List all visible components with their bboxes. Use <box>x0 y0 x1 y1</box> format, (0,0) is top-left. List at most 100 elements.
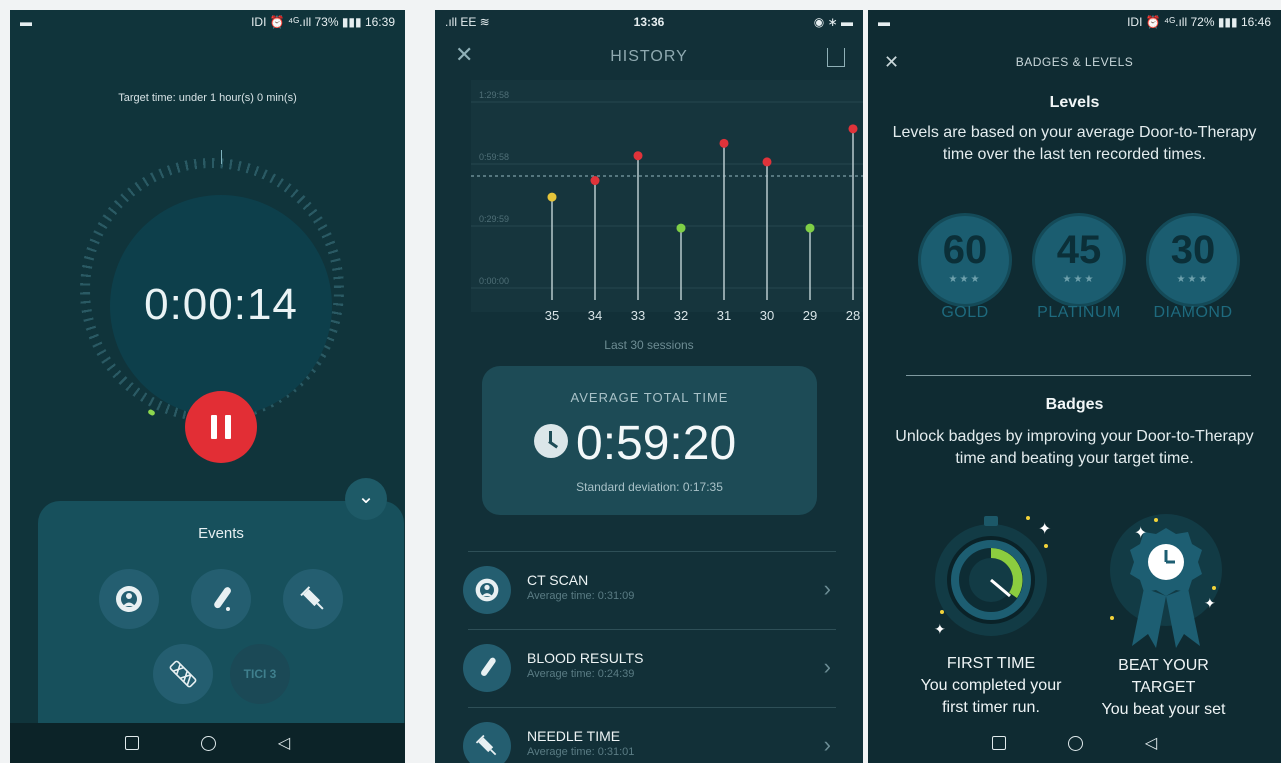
collapse-events-button[interactable]: ⌄ <box>345 478 387 520</box>
blood-results-event-button[interactable] <box>191 569 251 629</box>
dial-target-tick <box>221 150 222 164</box>
back-button[interactable]: ◁ <box>1145 733 1157 753</box>
y-tick-label: 0:59:58 <box>479 152 509 162</box>
first-time-badge-caption: FIRST TIME You completed your first time… <box>906 653 1076 719</box>
back-button[interactable]: ◁ <box>278 733 290 753</box>
x-tick-label: 29 <box>803 308 817 323</box>
levels-heading: Levels <box>1049 94 1100 111</box>
level-name: GOLD <box>941 304 989 321</box>
section-divider <box>906 375 1251 376</box>
status-right: IDI ⏰ ⁴ᴳ.ıll 73% ▮▮▮ 16:39 <box>251 15 395 29</box>
sessions-label: Last 30 sessions <box>604 338 694 352</box>
recents-button[interactable] <box>991 736 1006 750</box>
status-left: ▬ <box>20 15 32 29</box>
pause-icon-bar <box>225 415 231 439</box>
standard-deviation: Standard deviation: 0:17:35 <box>576 480 723 494</box>
divider <box>468 551 836 552</box>
y-tick-label: 1:29:58 <box>479 90 509 100</box>
syringe-icon <box>463 722 511 763</box>
platinum-level-medal: 45 ★★★ <box>1032 213 1126 307</box>
page-title: HISTORY <box>610 48 688 65</box>
status-bar: ▬ IDI ⏰ ⁴ᴳ.ıll 73% ▮▮▮ 16:39 <box>10 10 405 36</box>
elapsed-timer: 0:00:14 <box>144 280 298 329</box>
events-panel: Events TICI 3 <box>38 501 404 723</box>
average-time-value: 0:59:20 <box>576 417 737 470</box>
stars-icon: ★★★ <box>1062 274 1096 285</box>
pause-icon <box>211 415 217 439</box>
data-point[interactable] <box>676 223 686 233</box>
pause-button[interactable] <box>185 391 257 463</box>
status-right: IDI ⏰ ⁴ᴳ.ıll 72% ▮▮▮ 16:46 <box>1127 15 1271 29</box>
beat-target-badge-caption: BEAT YOUR TARGET You beat your set <box>1086 655 1241 721</box>
event-average-time: Average time: 0:24:39 <box>527 668 635 680</box>
tici-3-event-button[interactable]: TICI 3 <box>230 644 290 704</box>
status-left: ▬ <box>878 15 890 29</box>
svg-text:✦: ✦ <box>1038 519 1051 538</box>
svg-text:✦: ✦ <box>1134 523 1147 542</box>
chevron-right-icon: › <box>823 654 831 679</box>
badge-title: FIRST TIME <box>946 655 1036 672</box>
badge-description: You beat your set <box>1101 701 1226 718</box>
clock-icon <box>534 424 568 458</box>
badges-description: Unlock badges by improving your Door-to-… <box>895 428 1254 467</box>
recents-button[interactable] <box>124 736 139 750</box>
x-tick-label: 33 <box>631 308 645 323</box>
x-tick-label: 30 <box>760 308 774 323</box>
y-tick-label: 0:00:00 <box>479 276 509 286</box>
x-tick-label: 31 <box>717 308 731 323</box>
ct-scanner-icon <box>463 566 511 614</box>
x-tick-label: 28 <box>846 308 860 323</box>
divider <box>468 629 836 630</box>
data-point[interactable] <box>805 223 815 233</box>
event-row-needle-time[interactable]: NEEDLE TIME Average time: 0:31:01 › <box>463 714 841 763</box>
data-point[interactable] <box>848 124 858 134</box>
event-row-blood-results[interactable]: BLOOD RESULTS Average time: 0:24:39 › <box>463 636 841 706</box>
badges-levels-screen: ▬ IDI ⏰ ⁴ᴳ.ıll 72% ▮▮▮ 16:46 ✕ BADGES & … <box>868 10 1281 763</box>
ct-scanner-icon <box>116 586 142 612</box>
level-number: 45 <box>1056 228 1102 272</box>
timer-screen: ▬ IDI ⏰ ⁴ᴳ.ıll 73% ▮▮▮ 16:39 Target time… <box>10 10 405 763</box>
syringe-icon <box>300 586 324 610</box>
event-row-ct-scan[interactable]: CT SCAN Average time: 0:31:09 › <box>463 558 841 628</box>
status-bar: .ıll EE ≋ 13:36 ◉ ∗ ▬ <box>435 10 863 36</box>
data-point[interactable] <box>633 151 643 161</box>
android-nav-bar: ◁ <box>868 723 1281 763</box>
svg-text:✦: ✦ <box>1204 596 1216 612</box>
data-point[interactable] <box>547 192 557 202</box>
data-point[interactable] <box>719 138 729 148</box>
data-point[interactable] <box>590 176 600 186</box>
event-name: NEEDLE TIME <box>527 728 621 744</box>
diamond-level-medal: 30 ★★★ <box>1146 213 1240 307</box>
android-nav-bar: ◁ <box>10 723 405 763</box>
history-screen: .ıll EE ≋ 13:36 ◉ ∗ ▬ ✕ HISTORY 0:00:00 0… <box>435 10 863 763</box>
stent-icon <box>169 660 197 688</box>
history-chart: 0:00:00 0:29:59 0:59:58 1:29:58 35 34 33 32 31 30… <box>471 90 863 323</box>
ct-scan-event-button[interactable] <box>99 569 159 629</box>
ribbon-badge-icon: ✦ ✦ <box>1110 514 1222 648</box>
stars-icon: ★★★ <box>948 274 982 285</box>
home-button[interactable] <box>1067 735 1083 751</box>
event-name: CT SCAN <box>527 572 589 588</box>
target-time-text: Target time: under 1 hour(s) 0 min(s) <box>118 92 297 104</box>
needle-time-event-button[interactable] <box>283 569 343 629</box>
x-tick-label: 34 <box>588 308 602 323</box>
average-time-label: AVERAGE TOTAL TIME <box>570 390 729 405</box>
gold-level-medal: 60 ★★★ <box>918 213 1012 307</box>
y-tick-label: 0:29:59 <box>479 214 509 224</box>
test-tube-icon <box>463 644 511 692</box>
stars-icon: ★★★ <box>1176 274 1210 285</box>
share-button[interactable] <box>827 48 845 67</box>
badge-title: BEAT YOUR TARGET <box>1118 657 1209 696</box>
home-button[interactable] <box>200 735 216 751</box>
level-name: DIAMOND <box>1153 304 1233 321</box>
status-bar: ▬ IDI ⏰ ⁴ᴳ.ıll 72% ▮▮▮ 16:46 <box>868 10 1281 36</box>
svg-text:✦: ✦ <box>934 622 946 638</box>
average-time-card: AVERAGE TOTAL TIME 0:59:20 Standard devi… <box>482 366 817 515</box>
event-average-time: Average time: 0:31:01 <box>527 746 635 758</box>
badges-heading: Badges <box>1045 396 1104 413</box>
thrombectomy-event-button[interactable] <box>153 644 213 704</box>
level-number: 30 <box>1170 228 1216 272</box>
data-point[interactable] <box>762 157 772 167</box>
test-tube-icon <box>214 587 231 611</box>
progress-marker <box>147 408 156 417</box>
